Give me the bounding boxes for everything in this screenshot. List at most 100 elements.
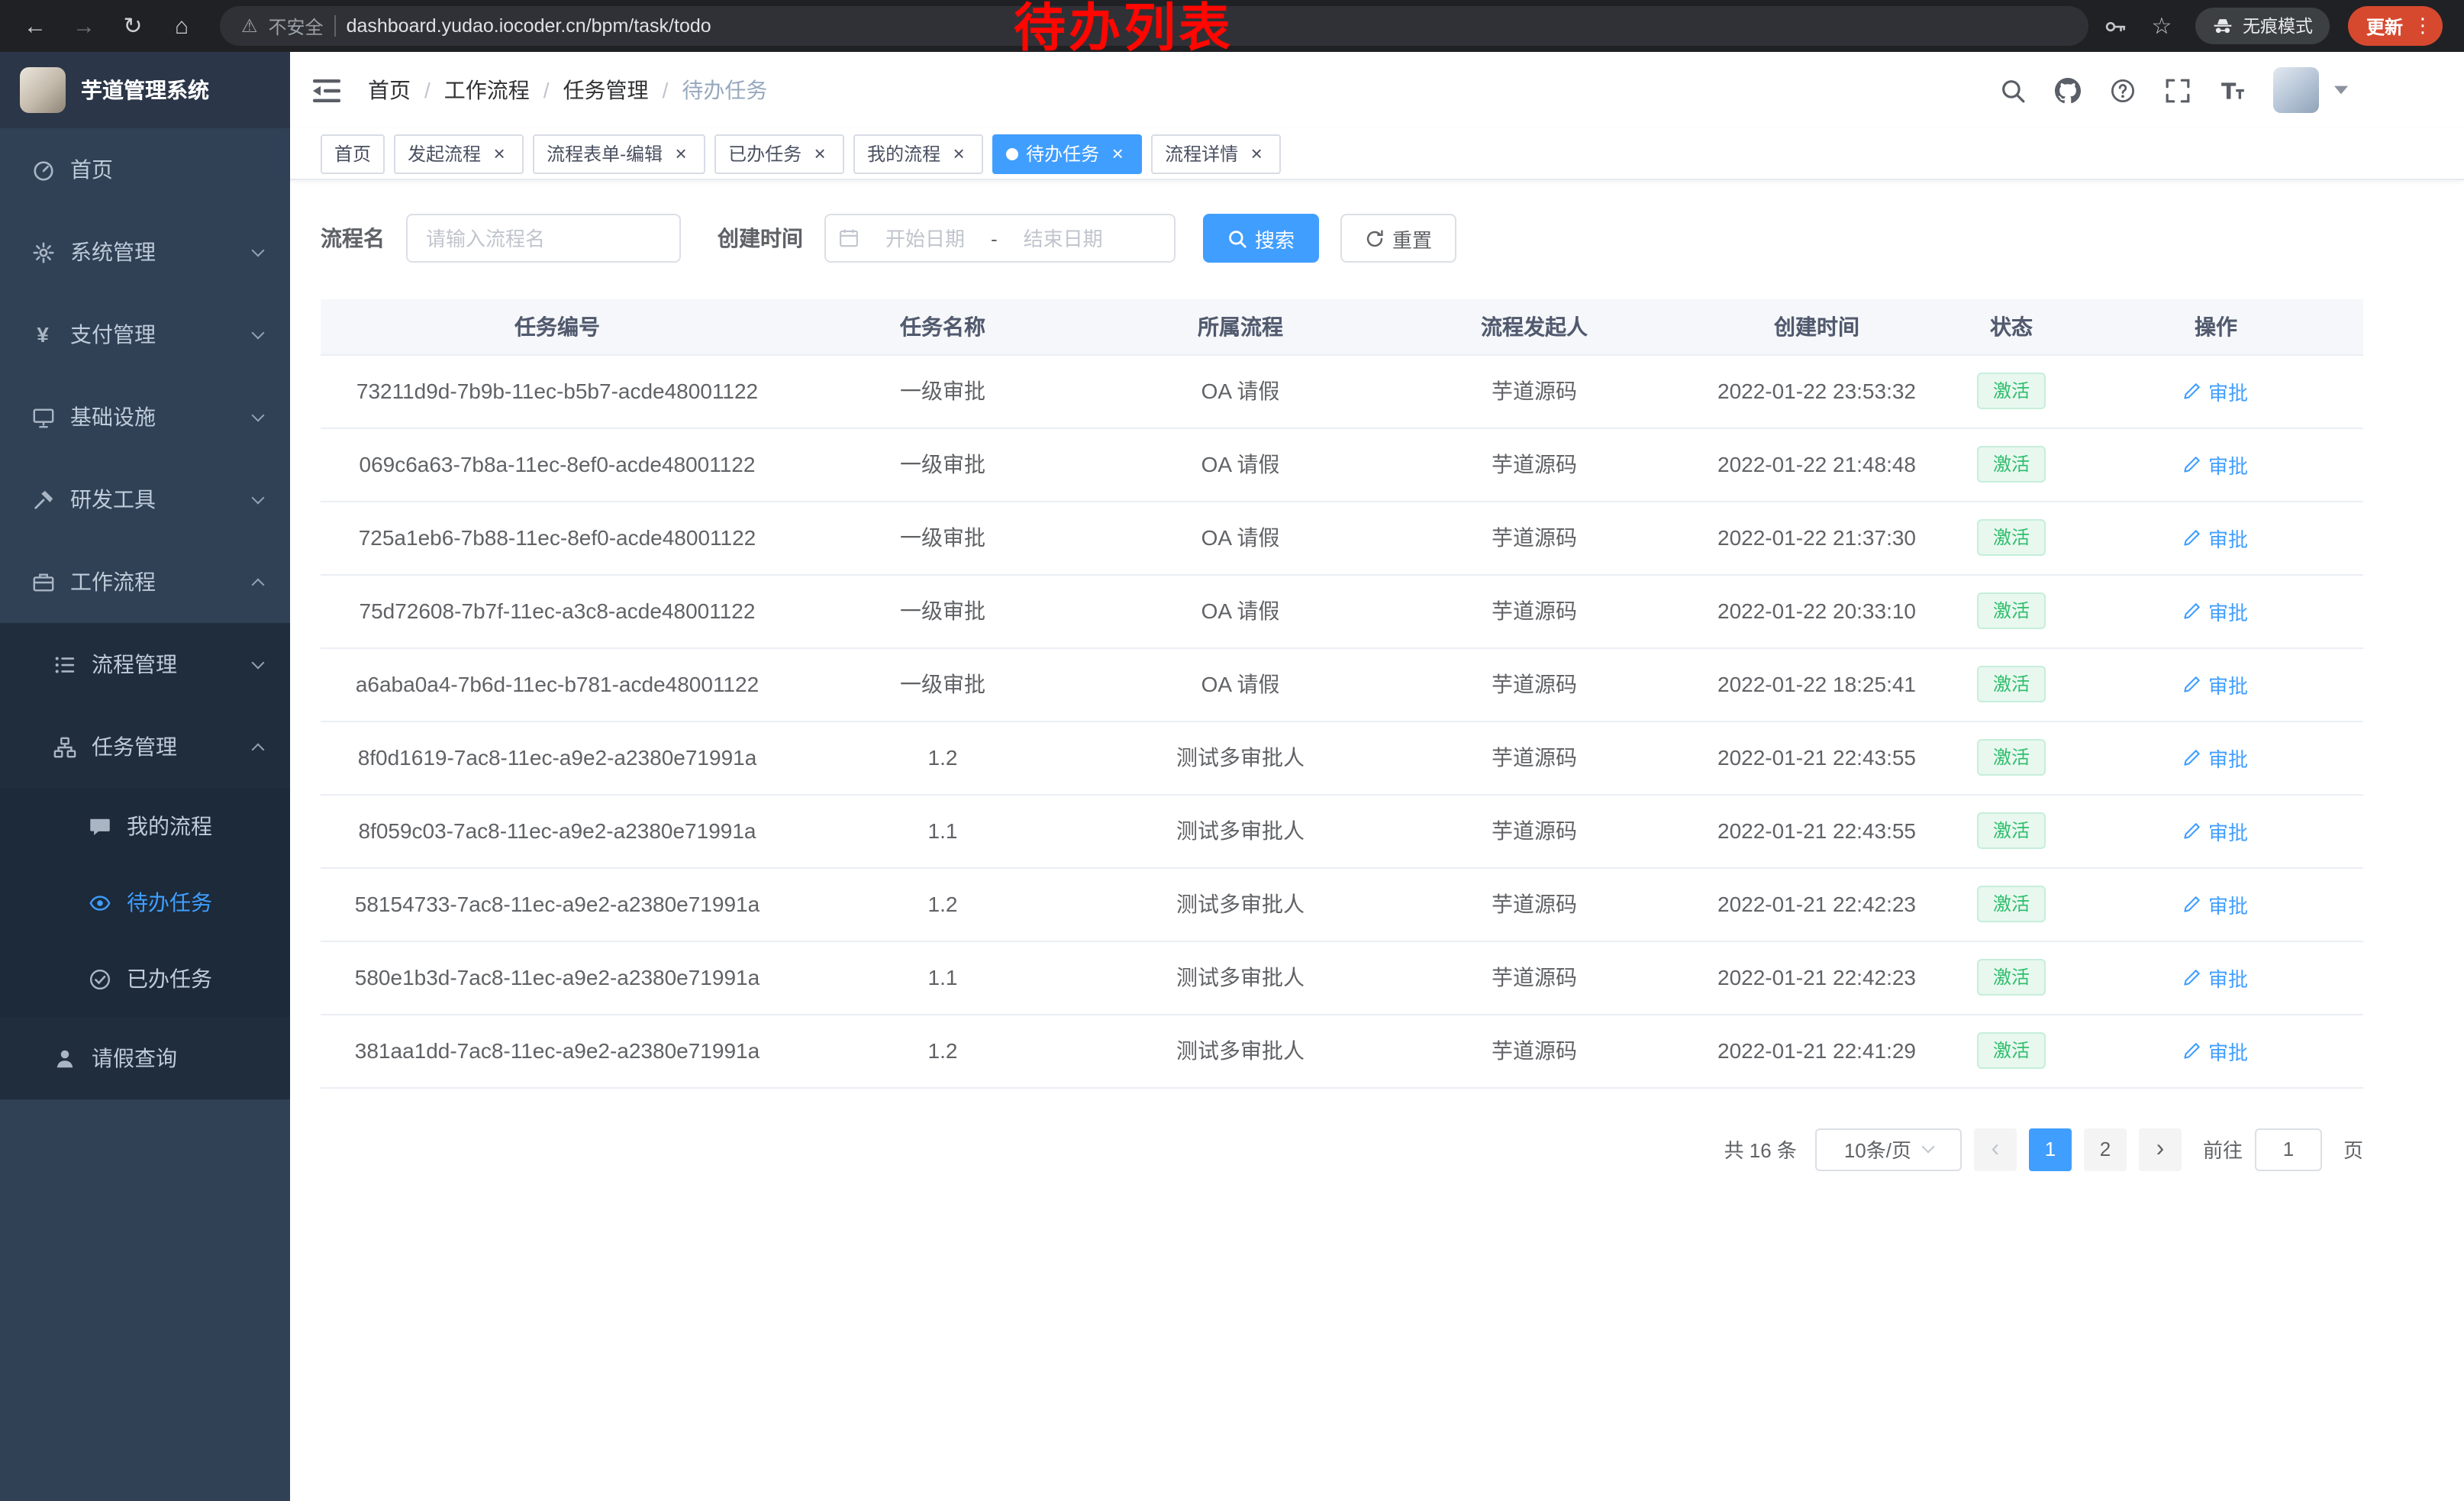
approve-button[interactable]: 审批 bbox=[2184, 596, 2248, 625]
cell-action: 审批 bbox=[2069, 794, 2363, 867]
cell-action: 审批 bbox=[2069, 574, 2363, 647]
home-icon[interactable]: ⌂ bbox=[162, 6, 202, 46]
cell-action: 审批 bbox=[2069, 501, 2363, 574]
sidebar-item-devtools[interactable]: 研发工具 bbox=[0, 458, 290, 541]
sidebar-item-workflow[interactable]: 工作流程 bbox=[0, 541, 290, 623]
search-button[interactable]: 搜索 bbox=[1203, 214, 1319, 263]
tab-home[interactable]: 首页 bbox=[321, 134, 385, 173]
close-icon[interactable]: × bbox=[1246, 143, 1267, 164]
page-button-2[interactable]: 2 bbox=[2084, 1128, 2127, 1170]
sidebar-item-process-mgmt[interactable]: 流程管理 bbox=[0, 623, 290, 705]
cell-task-name: 一级审批 bbox=[794, 354, 1092, 428]
approve-button[interactable]: 审批 bbox=[2184, 450, 2248, 479]
close-icon[interactable]: × bbox=[1107, 143, 1128, 164]
tab-my-process[interactable]: 我的流程× bbox=[853, 134, 983, 173]
tab-label: 流程表单-编辑 bbox=[547, 140, 663, 166]
tab-todo-task[interactable]: 待办任务× bbox=[992, 134, 1142, 173]
start-date-input[interactable] bbox=[866, 227, 985, 250]
approve-button[interactable]: 审批 bbox=[2184, 1036, 2248, 1065]
sidebar-item-payment[interactable]: ¥支付管理 bbox=[0, 293, 290, 376]
cell-process: OA 请假 bbox=[1092, 647, 1389, 721]
date-range-picker[interactable]: - bbox=[824, 214, 1176, 263]
reset-button[interactable]: 重置 bbox=[1340, 214, 1456, 263]
breadcrumb-separator: / bbox=[424, 78, 431, 102]
goto-page-input[interactable] bbox=[2255, 1128, 2322, 1170]
close-icon[interactable]: × bbox=[670, 143, 692, 164]
fullscreen-icon[interactable] bbox=[2163, 76, 2191, 104]
caret-down-icon[interactable] bbox=[2334, 86, 2348, 95]
help-icon[interactable] bbox=[2108, 76, 2136, 104]
prev-page-button[interactable]: ‹ bbox=[1974, 1128, 2017, 1170]
close-icon[interactable]: × bbox=[809, 143, 830, 164]
hamburger-icon[interactable] bbox=[313, 75, 343, 105]
tab-initiate-process[interactable]: 发起流程× bbox=[394, 134, 524, 173]
approve-button[interactable]: 审批 bbox=[2184, 743, 2248, 772]
sidebar-item-home[interactable]: 首页 bbox=[0, 128, 290, 211]
approve-button[interactable]: 审批 bbox=[2184, 889, 2248, 918]
sidebar-item-done-task[interactable]: 已办任务 bbox=[0, 941, 290, 1017]
reload-icon[interactable]: ↻ bbox=[113, 6, 153, 46]
cell-process: OA 请假 bbox=[1092, 428, 1389, 501]
user-avatar[interactable] bbox=[2273, 67, 2319, 113]
tab-process-detail[interactable]: 流程详情× bbox=[1151, 134, 1281, 173]
cell-task-id: 8f059c03-7ac8-11ec-a9e2-a2380e71991a bbox=[321, 794, 794, 867]
cell-process: 测试多审批人 bbox=[1092, 1014, 1389, 1087]
github-icon[interactable] bbox=[2053, 76, 2081, 104]
cell-process: OA 请假 bbox=[1092, 354, 1389, 428]
process-name-input[interactable] bbox=[406, 214, 681, 263]
table-row: 8f0d1619-7ac8-11ec-a9e2-a2380e71991a1.2测… bbox=[321, 721, 2363, 794]
close-icon[interactable]: × bbox=[948, 143, 969, 164]
key-icon[interactable] bbox=[2098, 8, 2134, 44]
sidebar-item-my-process[interactable]: 我的流程 bbox=[0, 788, 290, 864]
page-size-select[interactable]: 10条/页 bbox=[1815, 1128, 1962, 1170]
security-warning-label: 不安全 bbox=[269, 13, 324, 39]
sidebar-item-system[interactable]: 系统管理 bbox=[0, 211, 290, 293]
cell-created: 2022-01-21 22:43:55 bbox=[1679, 721, 1954, 794]
approve-button[interactable]: 审批 bbox=[2184, 523, 2248, 552]
cell-action: 审批 bbox=[2069, 867, 2363, 941]
search-button-label: 搜索 bbox=[1255, 224, 1295, 253]
table-row: 58154733-7ac8-11ec-a9e2-a2380e71991a1.2测… bbox=[321, 867, 2363, 941]
browser-menu-icon[interactable]: ⋮ bbox=[2411, 14, 2435, 38]
approve-button[interactable]: 审批 bbox=[2184, 963, 2248, 992]
cell-initiator: 芋道源码 bbox=[1389, 1014, 1679, 1087]
close-icon[interactable]: × bbox=[489, 143, 510, 164]
font-size-icon[interactable] bbox=[2218, 76, 2246, 104]
breadcrumb-item[interactable]: 首页 bbox=[368, 75, 411, 105]
page-button-1[interactable]: 1 bbox=[2029, 1128, 2072, 1170]
end-date-input[interactable] bbox=[1004, 227, 1123, 250]
back-icon[interactable]: ← bbox=[15, 6, 55, 46]
chevron-down-icon bbox=[252, 656, 265, 669]
tab-form-edit[interactable]: 流程表单-编辑 × bbox=[533, 134, 705, 173]
table-row: 73211d9d-7b9b-11ec-b5b7-acde48001122一级审批… bbox=[321, 354, 2363, 428]
active-tab-dot bbox=[1006, 147, 1018, 160]
column-header: 创建时间 bbox=[1679, 299, 1954, 354]
sidebar-item-infrastructure[interactable]: 基础设施 bbox=[0, 376, 290, 458]
cell-initiator: 芋道源码 bbox=[1389, 721, 1679, 794]
app-title: 芋道管理系统 bbox=[81, 75, 209, 105]
bookmark-star-icon[interactable]: ☆ bbox=[2143, 8, 2180, 44]
approve-button[interactable]: 审批 bbox=[2184, 816, 2248, 845]
edit-icon bbox=[2184, 455, 2202, 473]
approve-button[interactable]: 审批 bbox=[2184, 376, 2248, 405]
sidebar-item-task-mgmt[interactable]: 任务管理 bbox=[0, 705, 290, 788]
search-icon[interactable] bbox=[1998, 76, 2026, 104]
sidebar-item-leave-query[interactable]: 请假查询 bbox=[0, 1017, 290, 1099]
forward-icon[interactable]: → bbox=[64, 6, 104, 46]
approve-label: 审批 bbox=[2208, 889, 2248, 918]
tab-done-task[interactable]: 已办任务× bbox=[714, 134, 844, 173]
cell-task-id: 725a1eb6-7b88-11ec-8ef0-acde48001122 bbox=[321, 501, 794, 574]
edit-icon bbox=[2184, 748, 2202, 767]
cell-task-name: 一级审批 bbox=[794, 428, 1092, 501]
breadcrumb-item[interactable]: 任务管理 bbox=[563, 75, 649, 105]
status-badge: 激活 bbox=[1978, 592, 2045, 629]
cell-task-id: 069c6a63-7b8a-11ec-8ef0-acde48001122 bbox=[321, 428, 794, 501]
sidebar-item-label: 请假查询 bbox=[92, 1043, 263, 1073]
next-page-button[interactable]: › bbox=[2139, 1128, 2182, 1170]
status-badge: 激活 bbox=[1978, 373, 2045, 409]
approve-button[interactable]: 审批 bbox=[2184, 670, 2248, 699]
tab-label: 首页 bbox=[334, 140, 371, 166]
breadcrumb-item[interactable]: 工作流程 bbox=[444, 75, 530, 105]
update-button[interactable]: 更新 ⋮ bbox=[2348, 6, 2443, 46]
sidebar-item-todo-task[interactable]: 待办任务 bbox=[0, 864, 290, 941]
